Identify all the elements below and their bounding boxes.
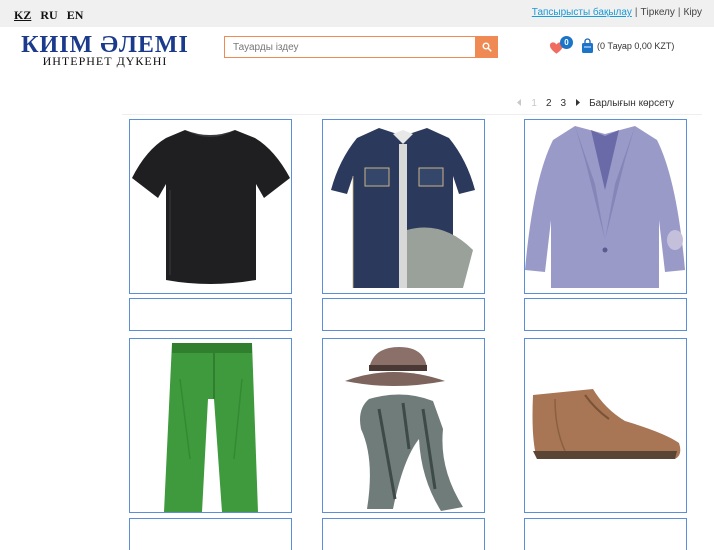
product-caption[interactable]: [322, 518, 485, 550]
product-image-boot[interactable]: [524, 338, 687, 513]
denim-shirt-image: [331, 128, 475, 288]
product-caption[interactable]: [129, 518, 292, 550]
language-en[interactable]: EN: [67, 8, 84, 22]
trousers-image: [164, 343, 258, 512]
pagination-next[interactable]: [575, 98, 581, 109]
blazer-image: [525, 126, 685, 288]
divider: [122, 114, 702, 115]
cart-summary: (0 Тауар 0,00 KZT): [597, 41, 675, 51]
language-ru[interactable]: RU: [40, 8, 57, 22]
pagination-prev[interactable]: [517, 98, 522, 109]
login-link[interactable]: Кіру: [684, 7, 703, 18]
register-link[interactable]: Тіркелу: [640, 7, 674, 18]
chevron-left-icon: [517, 99, 522, 106]
product-caption[interactable]: [524, 298, 687, 331]
product-image-denim-shirt[interactable]: [322, 119, 485, 294]
search-icon: [482, 42, 492, 52]
product-image-blazer[interactable]: [524, 119, 687, 294]
logo-title: КИІМ ӘЛЕМІ: [21, 32, 189, 58]
page-2[interactable]: 2: [546, 98, 552, 109]
product-caption[interactable]: [524, 518, 687, 550]
language-switcher: KZ RU EN: [14, 8, 89, 23]
track-order-link[interactable]: Тапсырысты бақылау: [532, 7, 632, 18]
product-image-hat-scarf[interactable]: [322, 338, 485, 513]
link-separator: |: [634, 7, 638, 18]
product-image-trousers[interactable]: [129, 338, 292, 513]
page-1: 1: [531, 98, 537, 109]
search-input[interactable]: [225, 37, 475, 58]
pagination: 1 2 3 Барлығын көрсету: [508, 98, 674, 109]
wishlist-count-badge: 0: [560, 36, 573, 49]
site-logo[interactable]: КИІМ ӘЛЕМІ ИНТЕРНЕТ ДҮКЕНІ: [20, 32, 190, 68]
product-caption[interactable]: [129, 298, 292, 331]
product-image-tshirt[interactable]: [129, 119, 292, 294]
search-bar: [224, 36, 498, 58]
product-caption[interactable]: [322, 298, 485, 331]
chevron-right-icon: [576, 99, 581, 106]
account-links: Тапсырысты бақылау | Тіркелу | Кіру: [532, 7, 702, 18]
cart-button[interactable]: (0 Тауар 0,00 KZT): [581, 38, 674, 54]
page-3[interactable]: 3: [561, 98, 567, 109]
wishlist-button[interactable]: 0: [549, 36, 573, 55]
boot-image: [532, 389, 681, 459]
logo-subtitle: ИНТЕРНЕТ ДҮКЕНІ: [42, 54, 168, 68]
link-separator: |: [677, 7, 681, 18]
top-bar: KZ RU EN Тапсырысты бақылау | Тіркелу | Кіру: [0, 0, 714, 27]
search-button[interactable]: [475, 36, 498, 58]
language-kz[interactable]: KZ: [14, 8, 31, 22]
hat-scarf-image: [345, 347, 463, 511]
shopping-bag-icon: [582, 38, 593, 53]
tshirt-image: [132, 130, 290, 284]
show-all-link[interactable]: Барлығын көрсету: [589, 98, 674, 109]
